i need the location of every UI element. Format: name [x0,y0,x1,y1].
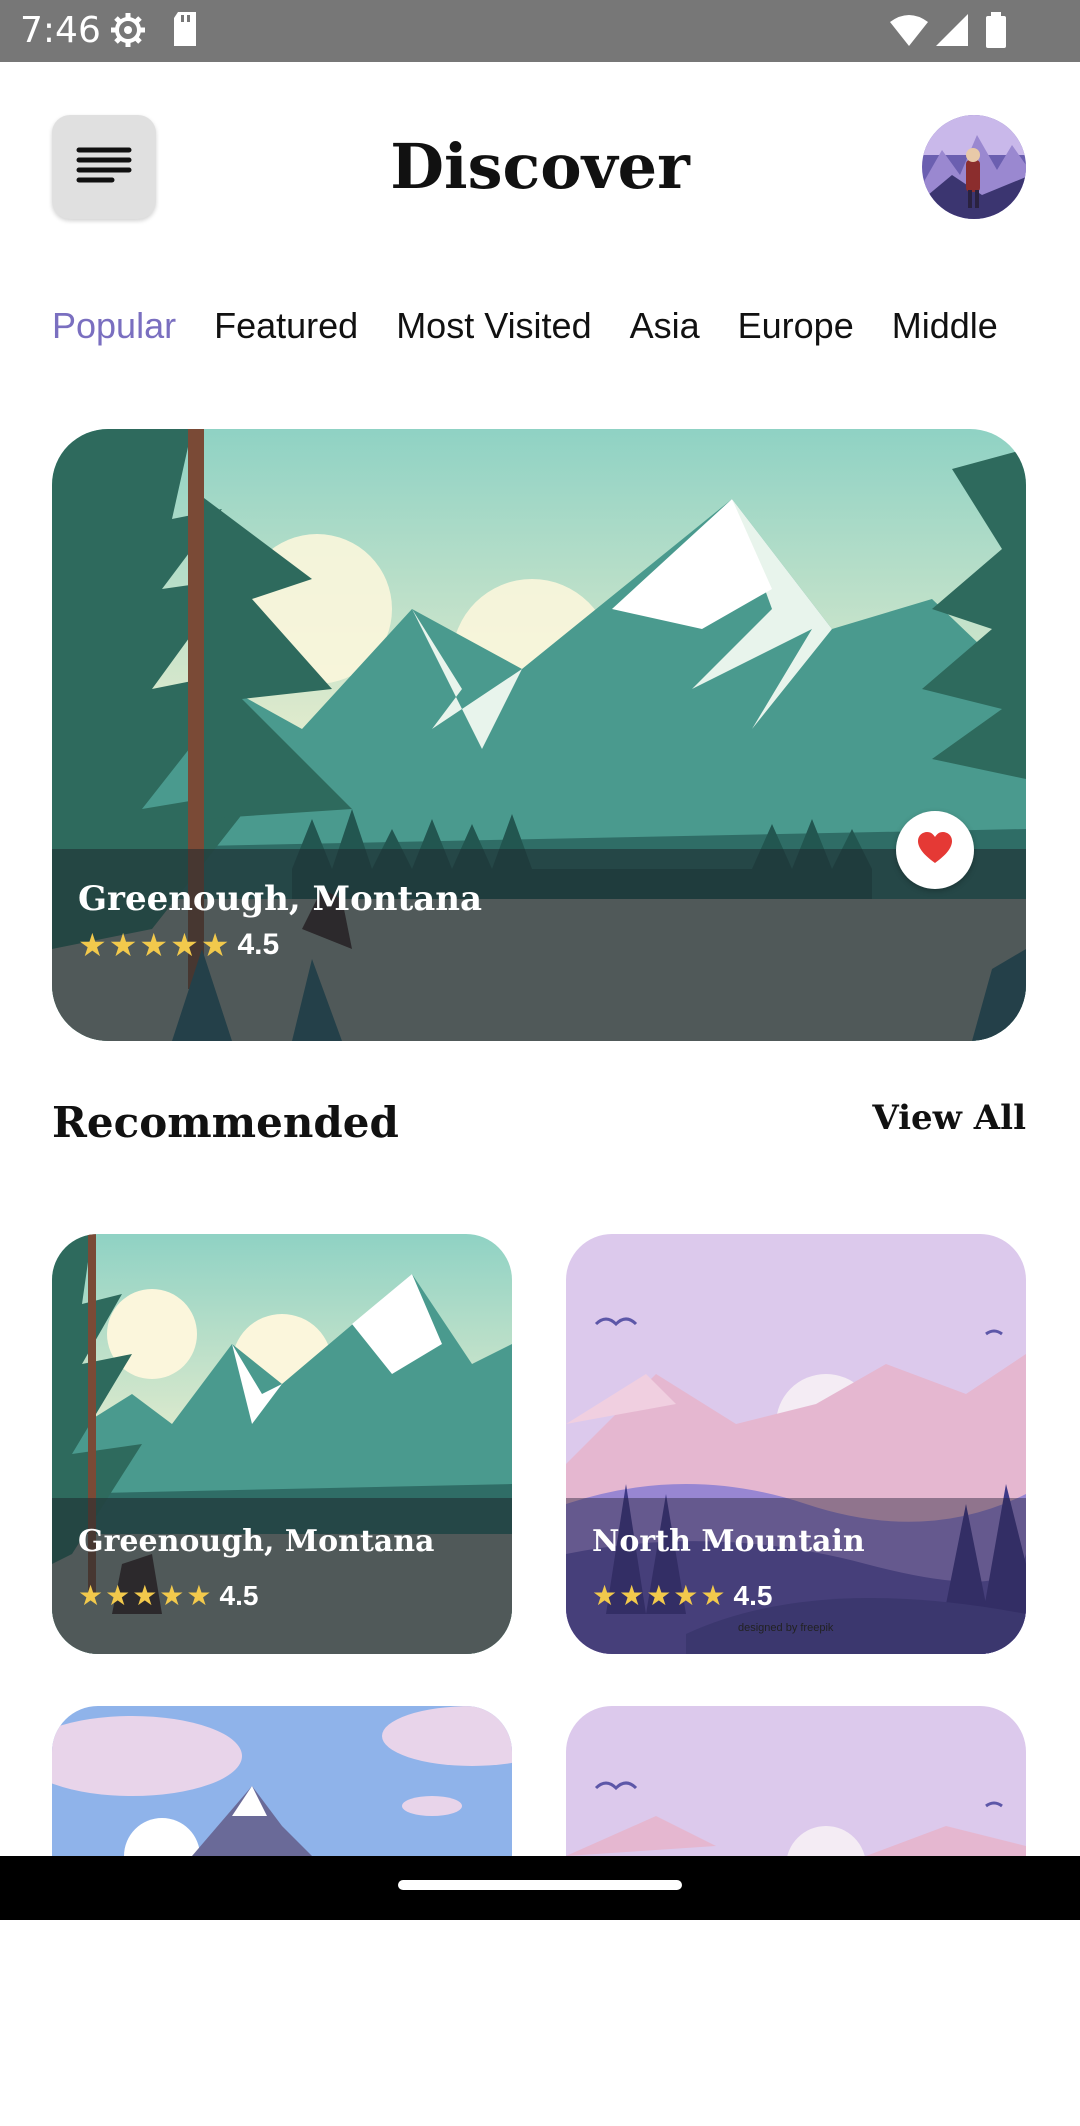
tab-middle[interactable]: Middle [892,300,998,352]
recommended-card-title: North Mountain [592,1524,865,1559]
tab-asia[interactable]: Asia [630,300,700,352]
signal-icon [934,10,970,54]
recommended-title: Recommended [52,1098,399,1147]
tab-featured[interactable]: Featured [214,300,358,352]
sd-card-icon [170,10,200,54]
tab-most-visited[interactable]: Most Visited [396,300,591,352]
category-tabs: Popular Featured Most Visited Asia Europe Mid… [52,300,1026,360]
recommended-card[interactable]: Greenough, Montana ★★★★★ 4.5 [52,1234,512,1654]
avatar[interactable] [922,115,1026,219]
featured-card[interactable]: Greenough, Montana ★★★★★ 4.5 [52,429,1026,1041]
heart-icon [917,831,953,870]
image-credit: designed by freepik [738,1622,834,1634]
recommended-card-title: Greenough, Montana [78,1524,435,1559]
recommended-card-image [52,1706,512,1856]
recommended-card-rating: ★★★★★ 4.5 [592,1578,772,1614]
view-all-link[interactable]: View All [872,1095,1026,1141]
tab-popular[interactable]: Popular [52,300,176,352]
rating-value: 4.5 [733,1580,773,1611]
recommended-card-rating: ★★★★★ 4.5 [78,1578,258,1614]
page-title: Discover [390,130,690,203]
featured-card-title: Greenough, Montana [78,879,483,919]
status-bar: 7:46 [0,0,1080,62]
featured-card-rating: ★★★★★ 4.5 [78,925,279,965]
recommended-card[interactable]: North Mountain ★★★★★ 4.5 designed by fre… [566,1234,1026,1654]
rating-value: 4.5 [219,1580,259,1611]
battery-icon [984,10,1008,54]
star-rating-icons: ★★★★★ [78,926,232,964]
favorite-button[interactable] [896,811,974,889]
settings-icon [108,10,148,54]
rating-value: 4.5 [237,928,280,961]
wifi-icon [888,10,930,54]
status-time: 7:46 [20,10,101,51]
recommended-card-image [566,1706,1026,1856]
star-rating-icons: ★★★★★ [592,1579,728,1612]
home-indicator[interactable] [398,1880,682,1890]
star-rating-icons: ★★★★★ [78,1579,214,1612]
tab-europe[interactable]: Europe [738,300,854,352]
